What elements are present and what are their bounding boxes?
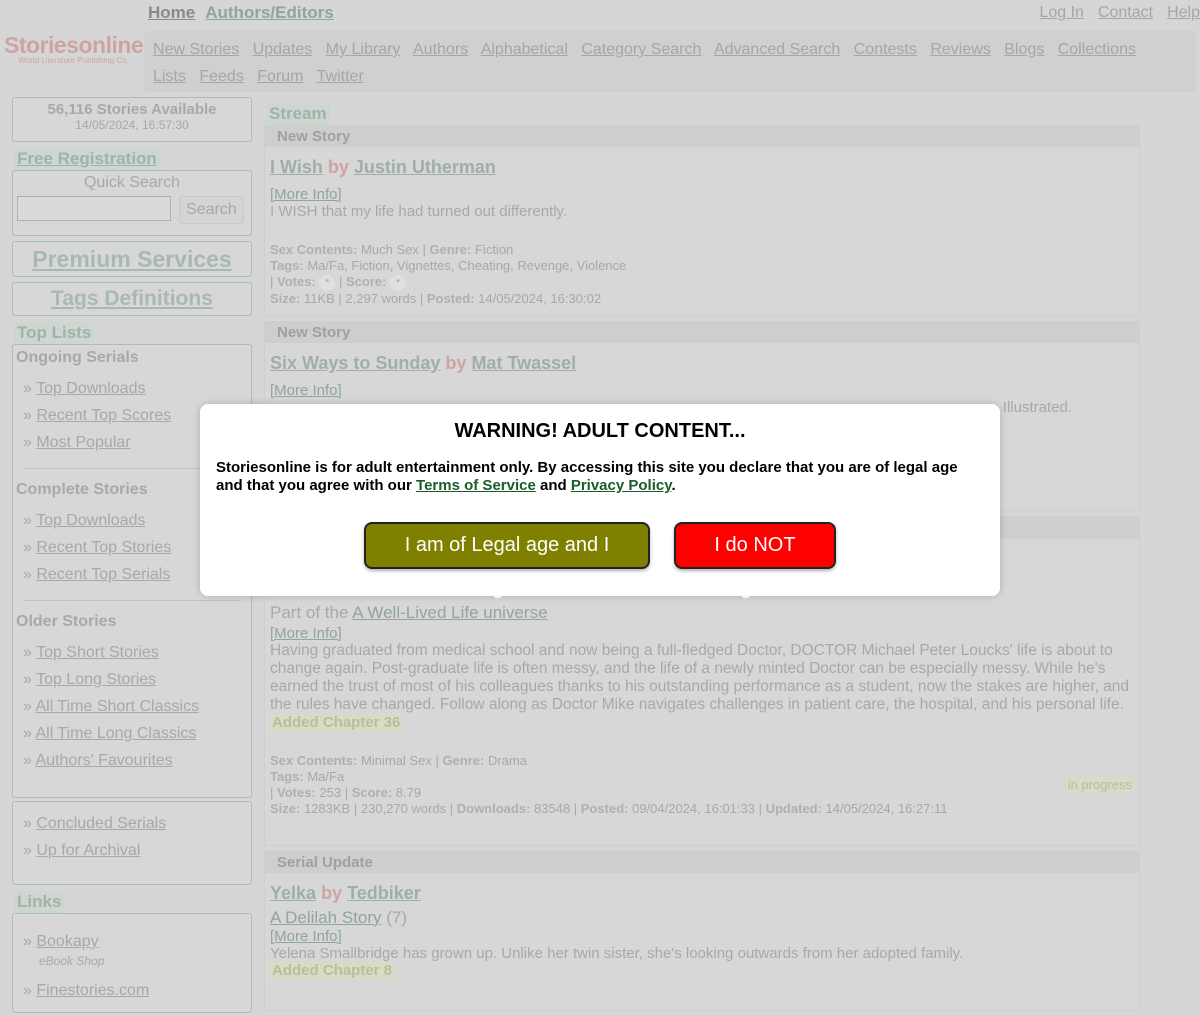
disagree-button[interactable]: I do NOT agree [674, 522, 836, 599]
terms-of-service-link[interactable]: Terms of Service [416, 477, 536, 494]
dialog-title: WARNING! ADULT CONTENT... [454, 420, 746, 442]
privacy-policy-link[interactable]: Privacy Policy [571, 477, 672, 494]
modal-overlay: WARNING! ADULT CONTENT... Storiesonline … [0, 0, 1200, 1000]
dialog-text: Storiesonline is for adult entertainment… [216, 459, 958, 494]
agree-button[interactable]: I am of Legal age and I agree [364, 522, 650, 599]
adult-content-warning-dialog: WARNING! ADULT CONTENT... Storiesonline … [200, 404, 1000, 599]
